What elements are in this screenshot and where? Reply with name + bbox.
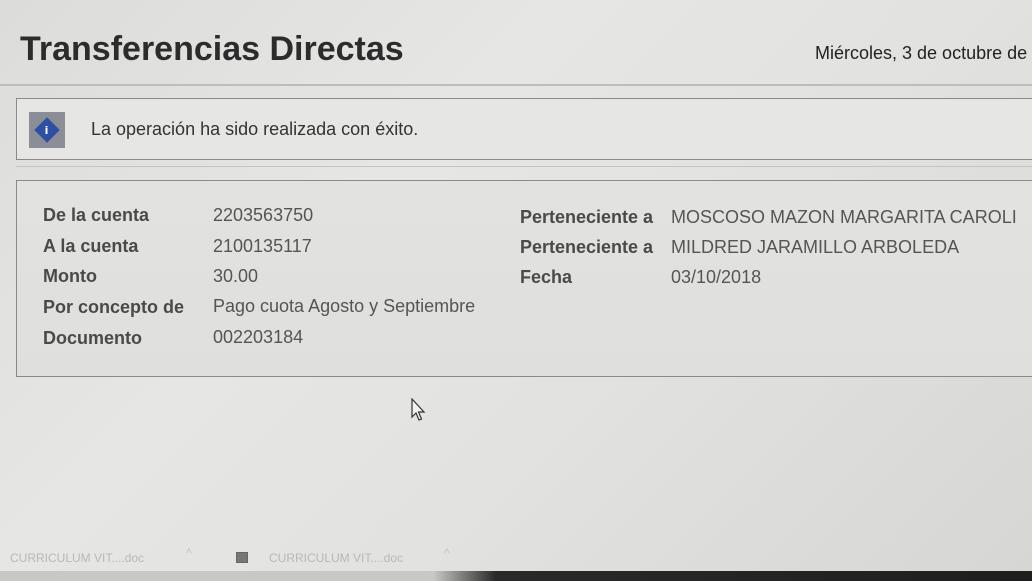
- concept-value: Pago cuota Agosto y Septiembre: [213, 296, 476, 316]
- section-divider: [16, 166, 1032, 167]
- date-label: Fecha: [520, 267, 573, 287]
- alert-message: La operación ha sido realizada con éxito…: [91, 119, 419, 139]
- document-value: 002203184: [213, 327, 304, 347]
- amount-value: 30.00: [213, 266, 259, 286]
- to-owner-value: MILDRED JARAMILLO ARBOLEDA: [671, 237, 960, 257]
- document-icon: [236, 552, 248, 563]
- mouse-cursor-icon: [411, 398, 426, 421]
- from-owner-label: Perteneciente a: [520, 207, 654, 227]
- to-account-label: A la cuenta: [43, 236, 139, 256]
- amount-label: Monto: [43, 266, 97, 286]
- date-value: 03/10/2018: [671, 267, 762, 287]
- transfer-details-panel: De la cuenta 2203563750 A la cuenta 2100…: [16, 180, 1032, 377]
- from-account-value: 2203563750: [213, 205, 314, 225]
- header-divider: [0, 84, 1032, 86]
- from-owner-value: MOSCOSO MAZON MARGARITA CAROLI: [671, 207, 1017, 227]
- chevron-up-icon[interactable]: ^: [186, 546, 192, 560]
- current-date: Miércoles, 3 de octubre de: [815, 43, 1028, 63]
- to-owner-label: Perteneciente a: [520, 237, 654, 257]
- concept-label: Por concepto de: [43, 297, 185, 317]
- to-account-value: 2100135117: [213, 236, 312, 256]
- bottom-bezel: [0, 571, 1032, 581]
- document-label: Documento: [43, 328, 142, 348]
- download-item-1[interactable]: CURRICULUM VIT....doc: [10, 551, 144, 565]
- from-account-label: De la cuenta: [43, 205, 150, 225]
- info-icon: i: [29, 112, 65, 148]
- download-item-2[interactable]: CURRICULUM VIT....doc: [269, 551, 403, 565]
- page-title: Transferencias Directas: [20, 30, 404, 68]
- chevron-up-icon[interactable]: ^: [444, 546, 450, 560]
- success-alert: i La operación ha sido realizada con éxi…: [16, 98, 1032, 160]
